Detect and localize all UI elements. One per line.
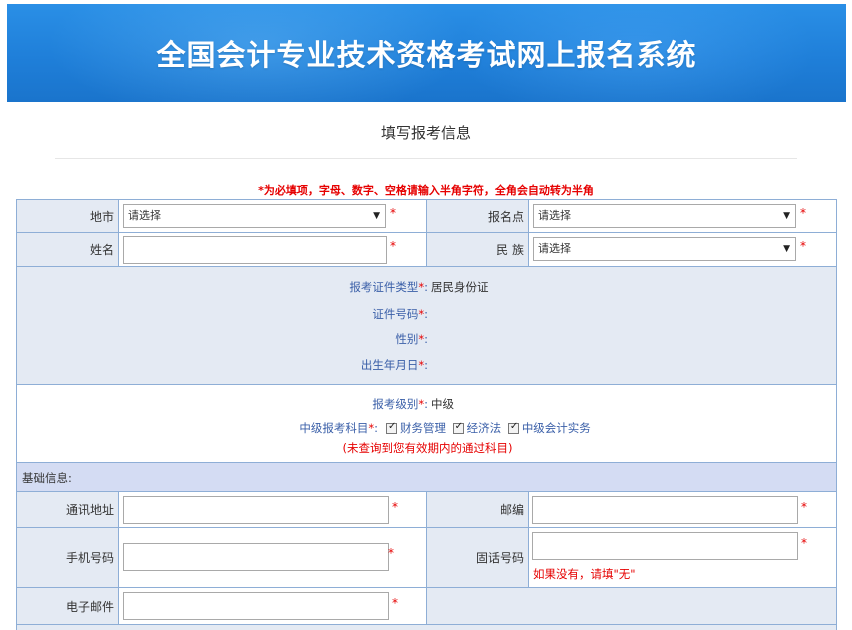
address-value-cell: * [118, 491, 427, 528]
ethnicity-select-value: 请选择 [538, 242, 571, 255]
subjects-note: (未查询到您有效期内的通过科目) [342, 441, 513, 455]
required-mark: * [388, 546, 394, 560]
checkbox-checked-icon [452, 421, 464, 434]
city-label-cell: 地市 [16, 199, 119, 233]
address-label-cell: 通讯地址 [16, 491, 119, 528]
postcode-input[interactable] [532, 496, 798, 524]
subject-checkbox-accounting-practice[interactable]: 中级会计实务 [507, 421, 591, 435]
city-label: 地市 [89, 209, 114, 224]
id-type-label-wrap: 报考证件类型*: [17, 279, 428, 295]
header-banner: 全国会计专业技术资格考试网上报名系统 [7, 4, 846, 102]
name-label-cell: 姓名 [16, 232, 119, 267]
city-value-cell: 请选择 ▼ * [118, 199, 427, 233]
gender-label-wrap: 性别*: [17, 331, 428, 347]
site-label-cell: 报名点 [426, 199, 529, 233]
birth-label-wrap: 出生年月日*: [17, 357, 428, 373]
mobile-input[interactable] [123, 543, 389, 571]
level-label-wrap: 报考级别*: [17, 396, 428, 412]
subject-label: 经济法 [466, 421, 502, 435]
email-label: 电子邮件 [65, 599, 114, 614]
level-value: 中级 [431, 397, 454, 411]
subjects-label-wrap: 中级报考科目*: [17, 420, 378, 436]
exam-level-block: 报考级别*: 中级 中级报考科目*: 财务管理 经济法 中级会计实务 (未查询到… [16, 384, 837, 463]
chevron-down-icon: ▼ [783, 244, 790, 254]
subject-label: 财务管理 [400, 421, 446, 435]
site-select-value: 请选择 [538, 209, 571, 222]
colon: : [424, 307, 428, 321]
colon: : [424, 280, 428, 294]
required-mark: * [800, 206, 806, 220]
required-mark: * [392, 596, 398, 610]
ethnicity-select[interactable]: 请选择 ▼ [533, 237, 796, 261]
postcode-value-cell: * [528, 491, 837, 528]
colon: : [424, 332, 428, 346]
mobile-label: 手机号码 [65, 551, 114, 565]
required-mark: * [390, 239, 396, 253]
level-label: 报考级别 [372, 397, 419, 411]
ethnicity-label: 民 族 [496, 243, 524, 257]
name-label: 姓名 [89, 243, 114, 257]
landline-input[interactable] [532, 532, 798, 560]
required-mark: * [801, 536, 807, 550]
mobile-value-cell: * [118, 527, 427, 588]
system-title: 全国会计专业技术资格考试网上报名系统 [156, 38, 697, 72]
landline-label-cell: 固话号码 [426, 527, 529, 588]
landline-label: 固话号码 [475, 551, 524, 565]
checkbox-checked-icon [507, 421, 519, 434]
ethnicity-value-cell: 请选择 ▼ * [528, 232, 837, 267]
title-divider [55, 158, 797, 159]
birth-label: 出生年月日 [360, 358, 419, 372]
subjects-label: 中级报考科目 [299, 421, 369, 435]
required-mark: * [800, 239, 806, 253]
postcode-label-cell: 邮编 [426, 491, 529, 528]
colon: : [374, 421, 378, 435]
chevron-down-icon: ▼ [373, 211, 380, 221]
landline-value-cell: * 如果没有，请填"无" [528, 527, 837, 588]
subject-checkbox-financial-management[interactable]: 财务管理 [386, 421, 446, 435]
chevron-down-icon: ▼ [783, 211, 790, 221]
id-number-label: 证件号码 [372, 307, 419, 321]
mobile-label-cell: 手机号码 [16, 527, 119, 588]
city-select[interactable]: 请选择 ▼ [123, 204, 386, 228]
email-value-cell: * [118, 587, 427, 625]
site-value-cell: 请选择 ▼ * [528, 199, 837, 233]
empty-cell [426, 587, 837, 625]
name-input[interactable] [123, 236, 387, 264]
required-notice: *为必填项，字母、数字、空格请输入半角字符，全角会自动转为半角 [258, 184, 594, 197]
email-input[interactable] [123, 592, 389, 620]
gender-label: 性别 [395, 332, 419, 346]
next-row-edge [16, 624, 837, 630]
id-number-label-wrap: 证件号码*: [17, 306, 428, 322]
ethnicity-label-cell: 民 族 [426, 232, 529, 267]
landline-hint: 如果没有，请填"无" [533, 567, 636, 581]
required-mark: * [801, 500, 807, 514]
subject-label: 中级会计实务 [521, 421, 591, 435]
subject-checkbox-economic-law[interactable]: 经济法 [452, 421, 502, 435]
address-label: 通讯地址 [65, 503, 114, 517]
address-input[interactable] [123, 496, 389, 524]
registration-form: 地市 请选择 ▼ * 报名点 请选择 ▼ * 姓名 * 民 族 请选择 ▼ * [16, 199, 837, 630]
required-mark: * [390, 206, 396, 220]
page-title: 填写报考信息 [380, 124, 471, 142]
checkbox-checked-icon [386, 421, 397, 434]
site-select[interactable]: 请选择 ▼ [533, 204, 796, 228]
email-label-cell: 电子邮件 [16, 587, 119, 625]
colon: : [424, 397, 428, 411]
subjects-checkboxes: 财务管理 经济法 中级会计实务 [386, 420, 591, 436]
identity-block: 报考证件类型*: 居民身份证 证件号码*: 性别*: 出生年月日*: [16, 266, 837, 385]
id-type-label: 报考证件类型 [349, 280, 419, 294]
name-value-cell: * [118, 232, 427, 267]
site-label: 报名点 [487, 209, 524, 224]
colon: : [424, 358, 428, 372]
required-mark: * [392, 500, 398, 514]
section-basic-info: 基础信息: [16, 462, 837, 492]
postcode-label: 邮编 [499, 503, 524, 517]
city-select-value: 请选择 [128, 209, 161, 222]
id-type-value: 居民身份证 [431, 280, 489, 294]
